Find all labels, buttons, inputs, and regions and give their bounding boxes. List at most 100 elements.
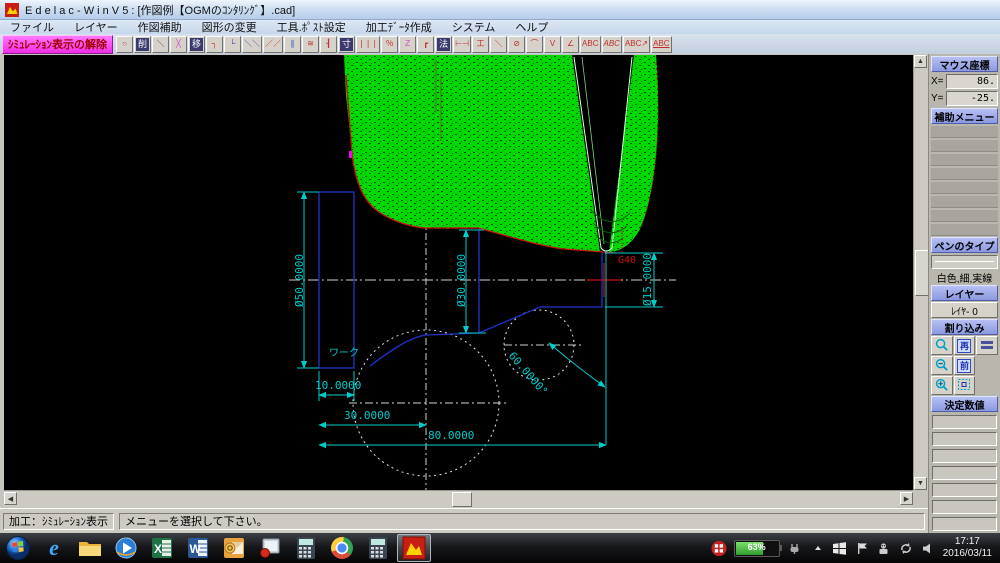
windows-flag-icon[interactable] — [832, 540, 848, 556]
clock-date: 2016/03/11 — [943, 548, 992, 559]
aux-menu-slot — [931, 195, 998, 208]
taskbar-calculator-2[interactable] — [361, 534, 395, 562]
red-app-icon[interactable] — [711, 540, 727, 556]
text-arrow-icon[interactable]: ABC↗ — [623, 36, 650, 53]
menu-item-5[interactable]: 加工ﾃﾞｰﾀ作成 — [356, 19, 442, 35]
measure-icon[interactable]: 寸 — [338, 36, 355, 53]
chamfer-icon[interactable]: └ — [224, 36, 241, 53]
decision-value-field — [932, 500, 997, 514]
taskbar-snipping[interactable] — [253, 534, 287, 562]
menu-item-0[interactable]: ファイル — [0, 19, 64, 35]
vertical-scrollbar[interactable]: ▲ ▼ — [913, 55, 928, 490]
line-icon[interactable]: ＼ — [152, 36, 169, 53]
taskbar-explorer[interactable] — [73, 534, 107, 562]
scroll-down-arrow[interactable]: ▼ — [914, 477, 927, 490]
text-underline-icon[interactable]: ABC — [651, 36, 671, 53]
menu-item-2[interactable]: 作図補助 — [128, 19, 192, 35]
corner-dim-icon[interactable]: Ｖ — [544, 36, 561, 53]
delete-icon[interactable]: 削 — [134, 36, 151, 53]
flag-icon[interactable] — [854, 540, 870, 556]
diag-dim-icon[interactable]: ＼ — [490, 36, 507, 53]
x-label: X= — [931, 76, 944, 87]
scroll-up-arrow[interactable]: ▲ — [914, 55, 927, 68]
parallel-lines-icon: ＼＼ — [244, 40, 260, 48]
taskbar-ie[interactable]: e — [37, 534, 71, 562]
speaker-icon[interactable] — [920, 540, 936, 556]
horizontal-scrollbar[interactable]: ◀ ▶ — [4, 490, 913, 507]
zoom-out-button[interactable] — [931, 356, 953, 375]
zoom-in-button[interactable] — [931, 376, 953, 395]
drawing-canvas[interactable]: G40 Ø50.0000 Ø30.0000 Ø15.0000 10.0000 3… — [4, 55, 913, 490]
text-italic-icon[interactable]: ABC — [602, 36, 622, 53]
x-coord-row: X= 86. — [931, 73, 998, 90]
taskbar-outlook[interactable] — [217, 534, 251, 562]
menu-item-4[interactable]: 工具.ﾎﾟｽﾄ設定 — [267, 19, 356, 35]
fillet-icon[interactable]: ┐ — [206, 36, 223, 53]
redraw-button[interactable]: 再 — [954, 336, 976, 355]
diameter-dim-icon[interactable]: ⊘ — [508, 36, 525, 53]
fit-view-button[interactable] — [954, 376, 976, 395]
text-icon[interactable]: ABC — [580, 36, 600, 53]
start-button[interactable] — [1, 534, 35, 562]
g40-label: G40 — [618, 255, 636, 266]
dim-60deg: 60.0000° — [506, 349, 551, 398]
menu-item-1[interactable]: レイヤー — [64, 19, 128, 35]
v-dim-icon: 工 — [477, 40, 485, 48]
vertical-scroll-thumb[interactable] — [915, 250, 929, 296]
updater-icon[interactable] — [876, 540, 892, 556]
pitch-icon: ❘❘❘ — [358, 40, 378, 48]
line-icon: ＼ — [157, 40, 165, 48]
taskbar-excel[interactable]: X — [145, 534, 179, 562]
menu-item-7[interactable]: ヘルプ — [505, 19, 558, 35]
spline-icon[interactable]: ％ — [381, 36, 398, 53]
x-value: 86. — [946, 74, 998, 89]
magnifier-plus-icon — [935, 378, 949, 394]
trim-icon[interactable]: ╳ — [170, 36, 187, 53]
taskbar-chrome[interactable] — [325, 534, 359, 562]
step-icon[interactable]: ┏ — [417, 36, 434, 53]
move-icon[interactable]: 移 — [188, 36, 205, 53]
taskbar-word[interactable]: W — [181, 534, 215, 562]
taskbar-media-player[interactable] — [109, 534, 143, 562]
taskbar-edelac[interactable] — [397, 534, 431, 562]
circle-icon: ○ — [122, 40, 127, 48]
interrupt-button-grid: 再前 — [931, 336, 998, 395]
scroll-left-arrow[interactable]: ◀ — [4, 492, 17, 505]
menu-item-6[interactable]: システム — [442, 19, 506, 35]
zigzag-icon: ≋ — [307, 40, 314, 48]
battery-indicator[interactable]: 63% — [734, 540, 780, 557]
joint-icon[interactable]: ┨ — [320, 36, 337, 53]
status-message: メニューを選択して下さい。 — [119, 513, 925, 530]
diameter-dim-icon: ⊘ — [513, 40, 520, 48]
hatch-icon[interactable]: ∥ — [284, 36, 301, 53]
zoom-window-button[interactable] — [931, 336, 953, 355]
prev-view-button[interactable]: 前 — [954, 356, 976, 375]
layer-button[interactable]: ﾚｲﾔ- 0 — [931, 302, 998, 318]
status-mode: 加工：ｼﾐｭﾚｰｼｮﾝ表示 — [3, 513, 114, 530]
pitch-icon[interactable]: ❘❘❘ — [356, 36, 380, 53]
magnifier-icon — [935, 338, 949, 354]
sync-icon[interactable] — [898, 540, 914, 556]
z-shape-icon[interactable]: Ｚ — [399, 36, 416, 53]
svg-text:W: W — [190, 542, 202, 556]
parallel-lines-icon[interactable]: ＼＼ — [242, 36, 262, 53]
offset-icon[interactable]: ／／ — [263, 36, 283, 53]
h-dim-icon[interactable]: ⊢⊣ — [453, 36, 471, 53]
arc-dim-icon[interactable]: ⌒ — [526, 36, 543, 53]
taskbar-clock[interactable]: 17:17 2016/03/11 — [943, 536, 992, 560]
menu-item-3[interactable]: 図形の変更 — [192, 19, 267, 35]
horizontal-scroll-thumb[interactable] — [452, 492, 472, 507]
v-dim-icon[interactable]: 工 — [472, 36, 489, 53]
taskbar-calculator[interactable] — [289, 534, 323, 562]
dim-settings-icon[interactable]: 法 — [435, 36, 452, 53]
circle-icon[interactable]: ○ — [116, 36, 133, 53]
scroll-right-arrow[interactable]: ▶ — [900, 492, 913, 505]
zigzag-icon[interactable]: ≋ — [302, 36, 319, 53]
clock-time: 17:17 — [955, 536, 980, 547]
fast-draw-button[interactable] — [976, 336, 998, 355]
decision-value-field — [932, 449, 997, 463]
caret-up-icon[interactable] — [810, 540, 826, 556]
aux-menu-slot — [931, 125, 998, 138]
simulation-release-button[interactable]: ｼﾐｭﾚｰｼｮﾝ表示の解除 — [2, 35, 113, 54]
angle-dim-icon[interactable]: ∠ — [562, 36, 579, 53]
